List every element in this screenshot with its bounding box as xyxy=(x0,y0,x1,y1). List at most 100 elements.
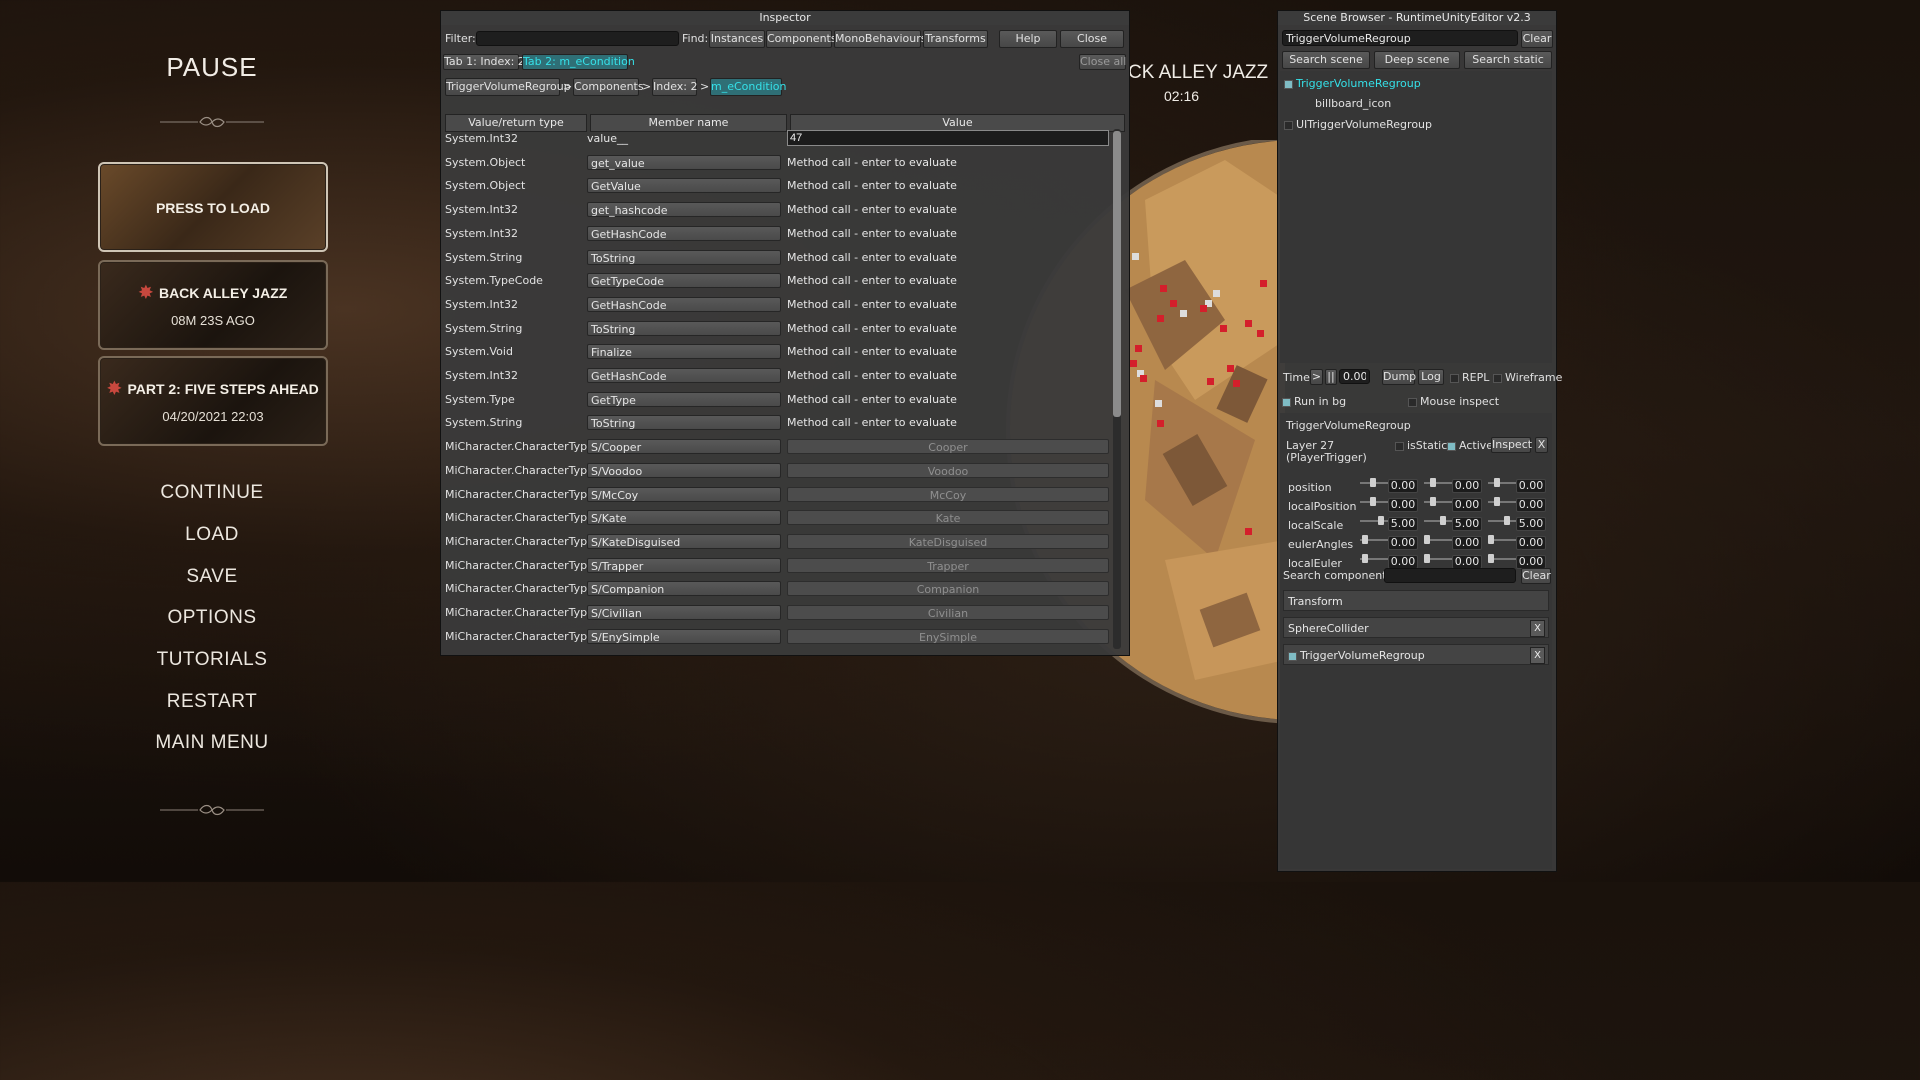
member-name-button[interactable]: GetHashCode xyxy=(587,296,781,312)
value-button[interactable]: Cooper xyxy=(787,439,1109,455)
vector-slider[interactable] xyxy=(1424,535,1454,544)
tab-2[interactable]: Tab 2: m_eCondition xyxy=(522,54,635,70)
slider-handle[interactable] xyxy=(1378,516,1384,525)
value-button[interactable]: McCoy xyxy=(787,486,1109,502)
value-button[interactable]: KateDisguised xyxy=(787,533,1109,549)
slider-handle[interactable] xyxy=(1370,478,1376,487)
tab-1[interactable]: Tab 1: Index: 2 xyxy=(443,54,525,70)
member-name-button[interactable]: S/Voodoo xyxy=(587,462,781,478)
scene-search-input[interactable] xyxy=(1282,30,1518,46)
search-static-button[interactable]: Search static xyxy=(1464,51,1552,69)
vector-slider[interactable] xyxy=(1360,478,1390,487)
time-play-button[interactable]: > xyxy=(1310,369,1323,385)
member-name-button[interactable]: ToString xyxy=(587,249,781,265)
vector-field[interactable]: 0.00 xyxy=(1388,498,1418,512)
remove-component-button[interactable]: X xyxy=(1530,647,1545,664)
vector-slider[interactable] xyxy=(1360,535,1390,544)
vector-slider[interactable] xyxy=(1488,478,1518,487)
member-value[interactable]: Method call - enter to evaluate xyxy=(787,251,957,264)
checkbox-icon[interactable] xyxy=(1408,397,1417,407)
value-button[interactable]: Kate xyxy=(787,510,1109,526)
save-card-part-2[interactable]: ✸ PART 2: FIVE STEPS AHEAD 04/20/2021 22:… xyxy=(98,356,328,446)
mouse-inspect-toggle[interactable]: Mouse inspect xyxy=(1408,395,1499,408)
expand-icon[interactable] xyxy=(1284,79,1293,89)
slider-handle[interactable] xyxy=(1494,497,1500,506)
save-card-back-alley-jazz[interactable]: ✸ BACK ALLEY JAZZ 08M 23S AGO xyxy=(98,260,328,350)
vector-field[interactable]: 0.00 xyxy=(1516,555,1546,569)
member-value[interactable]: Method call - enter to evaluate xyxy=(787,416,957,429)
checkbox-icon[interactable] xyxy=(1282,397,1291,407)
tree-item-uitriggervolumeregroup[interactable]: UITriggerVolumeRegroup xyxy=(1284,118,1432,131)
vector-field[interactable]: 0.00 xyxy=(1452,536,1482,550)
find-instances-button[interactable]: Instances xyxy=(709,30,765,48)
member-name-button[interactable]: S/EnySimple xyxy=(587,628,781,644)
value-button[interactable]: Companion xyxy=(787,581,1109,597)
member-value[interactable]: Method call - enter to evaluate xyxy=(787,393,957,406)
vector-field[interactable]: 0.00 xyxy=(1516,536,1546,550)
vector-field[interactable]: 5.00 xyxy=(1516,517,1546,531)
isstatic-toggle[interactable]: isStatic xyxy=(1395,439,1447,452)
slider-handle[interactable] xyxy=(1370,497,1376,506)
expand-icon[interactable] xyxy=(1284,120,1293,130)
vector-field[interactable]: 0.00 xyxy=(1388,555,1418,569)
member-name-button[interactable]: get_hashcode xyxy=(587,202,781,218)
member-name-button[interactable]: GetValue xyxy=(587,178,781,194)
component-transform[interactable]: Transform xyxy=(1283,590,1549,611)
vector-field[interactable]: 5.00 xyxy=(1452,517,1482,531)
value-button[interactable]: Civilian xyxy=(787,605,1109,620)
search-components-input[interactable] xyxy=(1384,568,1516,583)
active-toggle[interactable]: Active xyxy=(1447,439,1493,452)
member-name-button[interactable]: GetHashCode xyxy=(587,368,781,383)
vector-field[interactable]: 0.00 xyxy=(1452,479,1482,493)
member-value[interactable]: Method call - enter to evaluate xyxy=(787,156,957,169)
member-name-button[interactable]: GetType xyxy=(587,391,781,407)
wireframe-toggle[interactable]: Wireframe xyxy=(1493,371,1562,384)
slider-handle[interactable] xyxy=(1362,535,1368,544)
member-name-button[interactable]: S/Civilian xyxy=(587,605,781,620)
scrollbar-thumb[interactable] xyxy=(1113,131,1121,417)
member-name-button[interactable]: ToString xyxy=(587,415,781,431)
find-components-button[interactable]: Components xyxy=(766,30,837,48)
member-name-button[interactable]: S/Cooper xyxy=(587,439,781,455)
vector-slider[interactable] xyxy=(1424,478,1454,487)
member-value[interactable]: Method call - enter to evaluate xyxy=(787,203,957,216)
deep-scene-button[interactable]: Deep scene xyxy=(1374,51,1460,69)
vector-slider[interactable] xyxy=(1424,516,1454,525)
slider-handle[interactable] xyxy=(1494,478,1500,487)
member-value[interactable]: Method call - enter to evaluate xyxy=(787,298,957,311)
vector-field[interactable]: 0.00 xyxy=(1516,498,1546,512)
remove-component-button[interactable]: X xyxy=(1530,620,1545,637)
slider-handle[interactable] xyxy=(1488,554,1494,563)
menu-main-menu[interactable]: MAIN MENU xyxy=(96,732,328,754)
log-button[interactable]: Log xyxy=(1418,369,1444,385)
inspector-scrollbar[interactable] xyxy=(1113,129,1121,649)
vector-field[interactable]: 0.00 xyxy=(1388,536,1418,550)
slider-handle[interactable] xyxy=(1424,554,1430,563)
breadcrumb-triggervolumeregroup[interactable]: TriggerVolumeRegroup xyxy=(445,78,571,96)
tree-item-billboard-icon[interactable]: billboard_icon xyxy=(1315,97,1391,110)
value-button[interactable]: Trapper xyxy=(787,557,1109,573)
member-value[interactable]: Method call - enter to evaluate xyxy=(787,227,957,240)
member-value[interactable]: Method call - enter to evaluate xyxy=(787,179,957,192)
value-button[interactable]: Voodoo xyxy=(787,462,1109,478)
value-input[interactable] xyxy=(787,130,1109,146)
search-components-clear-button[interactable]: Clear xyxy=(1521,568,1551,584)
filter-input[interactable] xyxy=(476,31,679,46)
slider-handle[interactable] xyxy=(1488,535,1494,544)
vector-slider[interactable] xyxy=(1360,497,1390,506)
member-name-button[interactable]: S/Kate xyxy=(587,510,781,526)
tree-item-triggervolumeregroup[interactable]: TriggerVolumeRegroup xyxy=(1284,77,1421,90)
vector-field[interactable]: 5.00 xyxy=(1388,517,1418,531)
vector-slider[interactable] xyxy=(1488,554,1518,563)
component-spherecollider[interactable]: SphereCollider X xyxy=(1283,617,1549,638)
member-value[interactable]: Method call - enter to evaluate xyxy=(787,369,957,382)
scene-search-clear-button[interactable]: Clear xyxy=(1521,30,1553,48)
member-value[interactable]: Method call - enter to evaluate xyxy=(787,345,957,358)
member-name-button[interactable]: S/Trapper xyxy=(587,557,781,573)
member-name-button[interactable]: S/KateDisguised xyxy=(587,533,781,549)
member-name-button[interactable]: ToString xyxy=(587,320,781,336)
menu-continue[interactable]: CONTINUE xyxy=(96,482,328,504)
search-scene-button[interactable]: Search scene xyxy=(1282,51,1370,69)
vector-slider[interactable] xyxy=(1488,497,1518,506)
run-in-bg-toggle[interactable]: Run in bg xyxy=(1282,395,1346,408)
